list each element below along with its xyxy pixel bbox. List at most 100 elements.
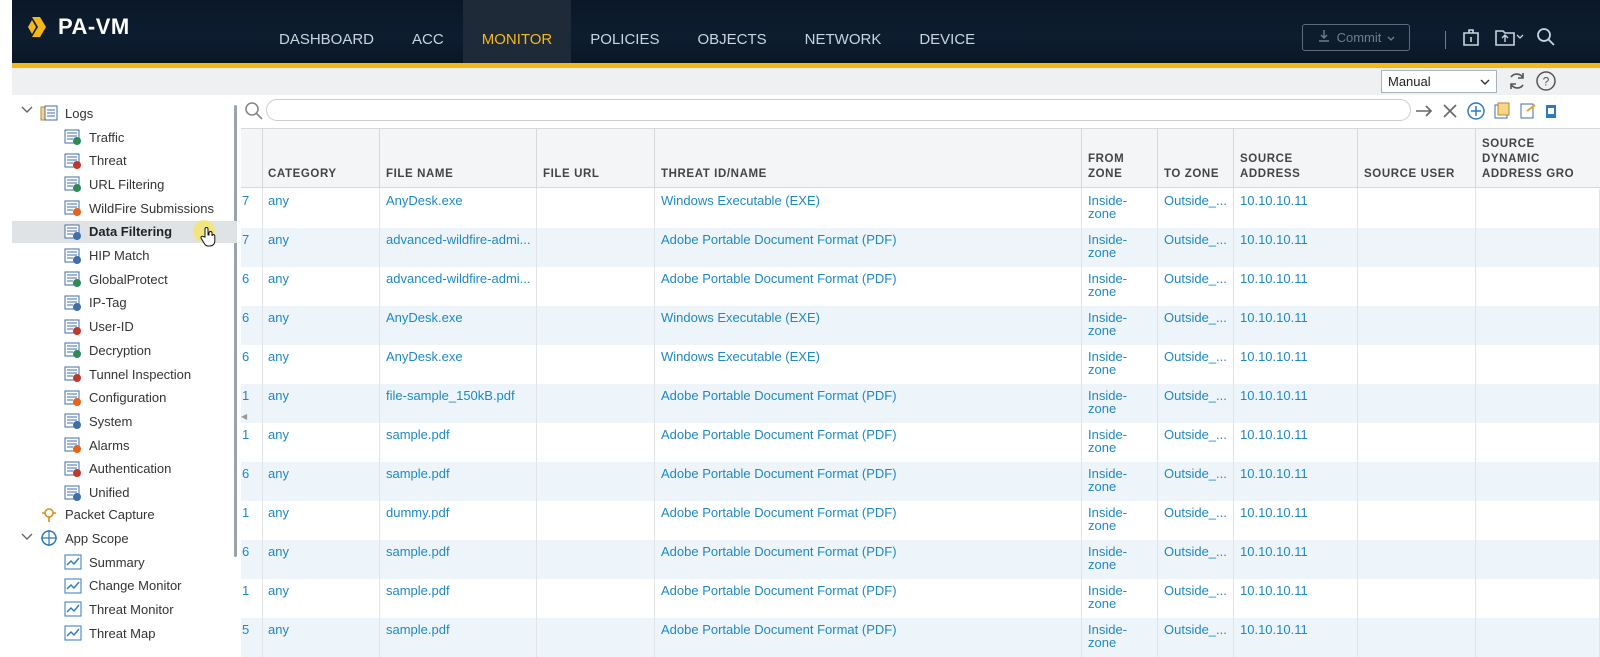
cell-threat-name[interactable]: Adobe Portable Document Format (PDF) bbox=[655, 540, 1082, 579]
cell-source-address[interactable]: 10.10.10.11 bbox=[1234, 384, 1358, 423]
cell-threat-name[interactable]: Windows Executable (EXE) bbox=[655, 189, 1082, 228]
sidebar-item-decryption[interactable]: Decryption bbox=[64, 339, 151, 361]
cell-source-address[interactable]: 10.10.10.11 bbox=[1234, 579, 1358, 618]
cell-to-zone[interactable]: Outside_... bbox=[1158, 345, 1234, 384]
cell-to-zone[interactable]: Outside_... bbox=[1158, 267, 1234, 306]
add-filter-icon[interactable] bbox=[1466, 101, 1486, 126]
sidebar-item-change-monitor[interactable]: Change Monitor bbox=[64, 575, 182, 597]
column-header-from-zone[interactable]: FROM ZONE bbox=[1082, 129, 1158, 189]
cell-threat-name[interactable]: Adobe Portable Document Format (PDF) bbox=[655, 618, 1082, 657]
cell-file-name[interactable]: AnyDesk.exe bbox=[380, 306, 537, 345]
column-header-file-name[interactable]: FILE NAME bbox=[380, 129, 537, 189]
cell-from-zone[interactable]: Inside-zone bbox=[1082, 228, 1158, 267]
chevron-down-icon[interactable] bbox=[21, 105, 33, 117]
cell-to-zone[interactable]: Outside_... bbox=[1158, 384, 1234, 423]
cell-category[interactable]: any bbox=[262, 345, 380, 384]
cell-from-zone[interactable]: Inside-zone bbox=[1082, 618, 1158, 657]
sidebar-item-traffic[interactable]: Traffic bbox=[64, 126, 124, 148]
cell-threat-name[interactable]: Adobe Portable Document Format (PDF) bbox=[655, 228, 1082, 267]
cell-file-name[interactable]: dummy.pdf bbox=[380, 501, 537, 540]
nav-dashboard[interactable]: DASHBOARD bbox=[260, 0, 393, 63]
sidebar-item-alarms[interactable]: Alarms bbox=[64, 434, 129, 456]
column-header-threat-name[interactable]: THREAT ID/NAME bbox=[655, 129, 1082, 189]
sidebar-item-hip-match[interactable]: HIP Match bbox=[64, 245, 149, 267]
table-row[interactable]: 1 any file-sample_150kB.pdf Adobe Portable … bbox=[241, 384, 1600, 423]
cell-category[interactable]: any bbox=[262, 540, 380, 579]
cell-file-name[interactable]: file-sample_150kB.pdf bbox=[380, 384, 537, 423]
config-lock-icon[interactable] bbox=[1460, 26, 1482, 53]
table-row[interactable]: 7 any AnyDesk.exe Windows Executable (EXE) I… bbox=[241, 189, 1600, 228]
cell-file-name[interactable]: advanced-wildfire-admi... bbox=[380, 228, 537, 267]
app-logo[interactable]: PA-VM bbox=[26, 14, 130, 40]
cell-threat-name[interactable]: Adobe Portable Document Format (PDF) bbox=[655, 579, 1082, 618]
sidebar-item-tunnel-inspection[interactable]: Tunnel Inspection bbox=[64, 363, 191, 385]
column-header-receive-time[interactable] bbox=[241, 129, 263, 189]
cell-from-zone[interactable]: Inside-zone bbox=[1082, 501, 1158, 540]
table-row[interactable]: 6 any advanced-wildfire-admi... Adobe Porta… bbox=[241, 267, 1600, 306]
sidebar-item-wildfire-submissions[interactable]: WildFire Submissions bbox=[64, 197, 214, 219]
cell-to-zone[interactable]: Outside_... bbox=[1158, 462, 1234, 501]
cell-source-address[interactable]: 10.10.10.11 bbox=[1234, 540, 1358, 579]
cell-category[interactable]: any bbox=[262, 462, 380, 501]
cell-threat-name[interactable]: Adobe Portable Document Format (PDF) bbox=[655, 501, 1082, 540]
cell-from-zone[interactable]: Inside-zone bbox=[1082, 267, 1158, 306]
cell-to-zone[interactable]: Outside_... bbox=[1158, 306, 1234, 345]
table-row[interactable]: 6 any sample.pdf Adobe Portable Document Fo… bbox=[241, 462, 1600, 501]
cell-category[interactable]: any bbox=[262, 306, 380, 345]
search-icon[interactable] bbox=[1536, 27, 1556, 52]
cell-category[interactable]: any bbox=[262, 618, 380, 657]
table-row[interactable]: 6 any sample.pdf Adobe Portable Document Fo… bbox=[241, 540, 1600, 579]
export-icon[interactable] bbox=[1544, 101, 1558, 126]
cell-file-name[interactable]: advanced-wildfire-admi... bbox=[380, 267, 537, 306]
cell-category[interactable]: any bbox=[262, 384, 380, 423]
table-row[interactable]: 1 any sample.pdf Adobe Portable Document Fo… bbox=[241, 423, 1600, 462]
cell-file-name[interactable]: sample.pdf bbox=[380, 423, 537, 462]
sidebar-item-packet-capture[interactable]: Packet Capture bbox=[40, 503, 155, 525]
table-row[interactable]: 1 any dummy.pdf Adobe Portable Document For… bbox=[241, 501, 1600, 540]
cell-source-address[interactable]: 10.10.10.11 bbox=[1234, 618, 1358, 657]
cell-threat-name[interactable]: Windows Executable (EXE) bbox=[655, 306, 1082, 345]
cell-threat-name[interactable]: Adobe Portable Document Format (PDF) bbox=[655, 384, 1082, 423]
nav-policies[interactable]: POLICIES bbox=[571, 0, 678, 63]
cell-from-zone[interactable]: Inside-zone bbox=[1082, 345, 1158, 384]
sidebar-item-threat-map[interactable]: Threat Map bbox=[64, 622, 155, 644]
column-header-source-address[interactable]: SOURCE ADDRESS bbox=[1234, 129, 1358, 189]
cell-threat-name[interactable]: Adobe Portable Document Format (PDF) bbox=[655, 267, 1082, 306]
nav-monitor[interactable]: MONITOR bbox=[462, 0, 572, 63]
sidebar-item-threat-monitor[interactable]: Threat Monitor bbox=[64, 598, 174, 620]
sidebar-item-user-id[interactable]: User-ID bbox=[64, 316, 134, 338]
refresh-icon[interactable] bbox=[1506, 70, 1528, 97]
collapse-sidebar-handle[interactable]: ◀ bbox=[241, 412, 247, 421]
cell-source-address[interactable]: 10.10.10.11 bbox=[1234, 501, 1358, 540]
cell-to-zone[interactable]: Outside_... bbox=[1158, 423, 1234, 462]
column-header-category[interactable]: CATEGORY bbox=[262, 129, 380, 189]
table-row[interactable]: 5 any sample.pdf Adobe Portable Document Fo… bbox=[241, 618, 1600, 657]
cell-to-zone[interactable]: Outside_... bbox=[1158, 228, 1234, 267]
cell-source-address[interactable]: 10.10.10.11 bbox=[1234, 189, 1358, 228]
cell-category[interactable]: any bbox=[262, 267, 380, 306]
cell-source-address[interactable]: 10.10.10.11 bbox=[1234, 462, 1358, 501]
sidebar-item-authentication[interactable]: Authentication bbox=[64, 458, 171, 480]
nav-network[interactable]: NETWORK bbox=[786, 0, 901, 63]
sidebar-scrollbar[interactable] bbox=[234, 105, 237, 557]
table-row[interactable]: 6 any AnyDesk.exe Windows Executable (EXE) I… bbox=[241, 306, 1600, 345]
apply-filter-icon[interactable] bbox=[1414, 101, 1434, 126]
sidebar-item-logs[interactable]: Logs bbox=[40, 102, 93, 124]
cell-from-zone[interactable]: Inside-zone bbox=[1082, 306, 1158, 345]
cell-source-address[interactable]: 10.10.10.11 bbox=[1234, 306, 1358, 345]
sidebar-item-app-scope[interactable]: App Scope bbox=[40, 527, 129, 549]
table-row[interactable]: 1 any sample.pdf Adobe Portable Document Fo… bbox=[241, 579, 1600, 618]
cell-category[interactable]: any bbox=[262, 189, 380, 228]
cell-file-name[interactable]: sample.pdf bbox=[380, 462, 537, 501]
sidebar-item-system[interactable]: System bbox=[64, 410, 132, 432]
cell-from-zone[interactable]: Inside-zone bbox=[1082, 462, 1158, 501]
cell-source-address[interactable]: 10.10.10.11 bbox=[1234, 267, 1358, 306]
cell-threat-name[interactable]: Adobe Portable Document Format (PDF) bbox=[655, 462, 1082, 501]
clear-filter-icon[interactable] bbox=[1440, 101, 1460, 126]
cell-file-name[interactable]: sample.pdf bbox=[380, 618, 537, 657]
cell-to-zone[interactable]: Outside_... bbox=[1158, 579, 1234, 618]
cell-threat-name[interactable]: Adobe Portable Document Format (PDF) bbox=[655, 423, 1082, 462]
cell-to-zone[interactable]: Outside_... bbox=[1158, 618, 1234, 657]
cell-category[interactable]: any bbox=[262, 423, 380, 462]
sidebar-item-threat[interactable]: Threat bbox=[64, 150, 127, 172]
